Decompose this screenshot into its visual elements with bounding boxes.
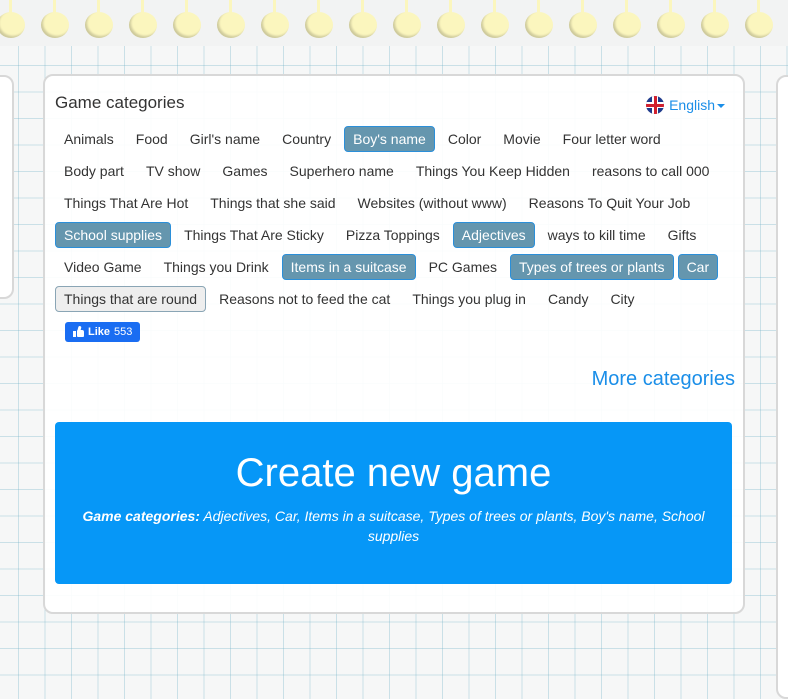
binding-ring — [305, 0, 333, 38]
summary-value: Adjectives, Car, Items in a suitcase, Ty… — [199, 508, 705, 544]
create-title: Create new game — [235, 451, 552, 495]
category-chip[interactable]: PC Games — [420, 254, 506, 280]
facebook-like-button[interactable]: Like 553 — [65, 322, 141, 342]
create-new-game-button[interactable]: Create new game Game categories: Adjecti… — [55, 422, 732, 584]
binding-ring — [657, 0, 685, 38]
category-chip[interactable]: Animals — [55, 126, 123, 152]
category-chip[interactable]: Types of trees or plants — [510, 254, 674, 280]
category-chip[interactable]: Reasons not to feed the cat — [210, 286, 399, 312]
category-chip[interactable]: Things That Are Hot — [55, 190, 197, 216]
category-chip[interactable]: Things You Keep Hidden — [407, 158, 579, 184]
like-count: 553 — [114, 326, 133, 338]
selected-categories-summary: Game categories: Adjectives, Car, Items … — [80, 506, 707, 546]
category-chip[interactable]: Things you plug in — [403, 286, 535, 312]
category-chip[interactable]: Movie — [494, 126, 549, 152]
category-chip[interactable]: Girl's name — [181, 126, 269, 152]
category-chip[interactable]: Things That Are Sticky — [175, 222, 333, 248]
category-chip[interactable]: Four letter word — [554, 126, 670, 152]
category-list: Animals Food Girl's name Country Boy's name C… — [55, 126, 735, 312]
category-chip[interactable]: Boy's name — [344, 126, 435, 152]
category-chip[interactable]: Gifts — [659, 222, 706, 248]
category-chip[interactable]: Things you Drink — [155, 254, 278, 280]
binding-ring — [217, 0, 245, 38]
category-chip[interactable]: Video Game — [55, 254, 151, 280]
binding-ring — [481, 0, 509, 38]
binding-ring — [525, 0, 553, 38]
panel-title: Game categories — [55, 93, 185, 112]
category-chip[interactable]: Candy — [539, 286, 597, 312]
language-label: English — [669, 97, 715, 113]
binding-ring — [349, 0, 377, 38]
binding-ring — [437, 0, 465, 38]
binding-ring — [261, 0, 289, 38]
right-side-panel — [776, 75, 788, 699]
category-chip[interactable]: Reasons To Quit Your Job — [520, 190, 700, 216]
category-chip[interactable]: Items in a suitcase — [281, 254, 416, 280]
category-chip[interactable]: Pizza Toppings — [337, 222, 449, 248]
category-chip[interactable]: Adjectives — [452, 222, 535, 248]
binding-ring — [393, 0, 421, 38]
left-side-panel — [0, 75, 14, 299]
category-chip[interactable]: Car — [677, 254, 719, 280]
binding-ring — [173, 0, 201, 38]
category-chip[interactable]: Things that she said — [201, 190, 344, 216]
category-chip[interactable]: Games — [213, 158, 276, 184]
category-chip[interactable]: Websites (without www) — [349, 190, 516, 216]
binding-ring — [41, 0, 69, 38]
category-chip[interactable]: Superhero name — [281, 158, 403, 184]
category-chip[interactable]: reasons to call 000 — [583, 158, 719, 184]
thumbs-up-icon — [73, 325, 84, 337]
category-chip[interactable]: TV show — [137, 158, 209, 184]
like-label: Like — [88, 326, 111, 338]
game-categories-panel: Game categories English Animals Food Girl'… — [43, 74, 745, 614]
category-chip[interactable]: Things that are round — [55, 286, 207, 312]
category-chip[interactable]: Color — [439, 126, 490, 152]
binding-ring — [569, 0, 597, 38]
category-chip[interactable]: ways to kill time — [539, 222, 655, 248]
binding-ring — [0, 0, 25, 38]
binding-ring — [129, 0, 157, 38]
category-chip[interactable]: Body part — [55, 158, 133, 184]
summary-label: Game categories: — [82, 508, 200, 524]
notebook-binding — [0, 0, 788, 46]
category-chip[interactable]: School supplies — [55, 222, 172, 248]
uk-flag-icon — [646, 96, 665, 114]
binding-ring — [613, 0, 641, 38]
more-categories-link[interactable]: More categories — [592, 368, 735, 391]
binding-ring — [701, 0, 729, 38]
category-chip[interactable]: Food — [127, 126, 177, 152]
caret-down-icon — [717, 104, 725, 108]
category-chip[interactable]: City — [601, 286, 643, 312]
language-selector[interactable]: English — [646, 96, 725, 114]
category-chip[interactable]: Country — [273, 126, 340, 152]
binding-ring — [745, 0, 773, 38]
binding-ring — [85, 0, 113, 38]
